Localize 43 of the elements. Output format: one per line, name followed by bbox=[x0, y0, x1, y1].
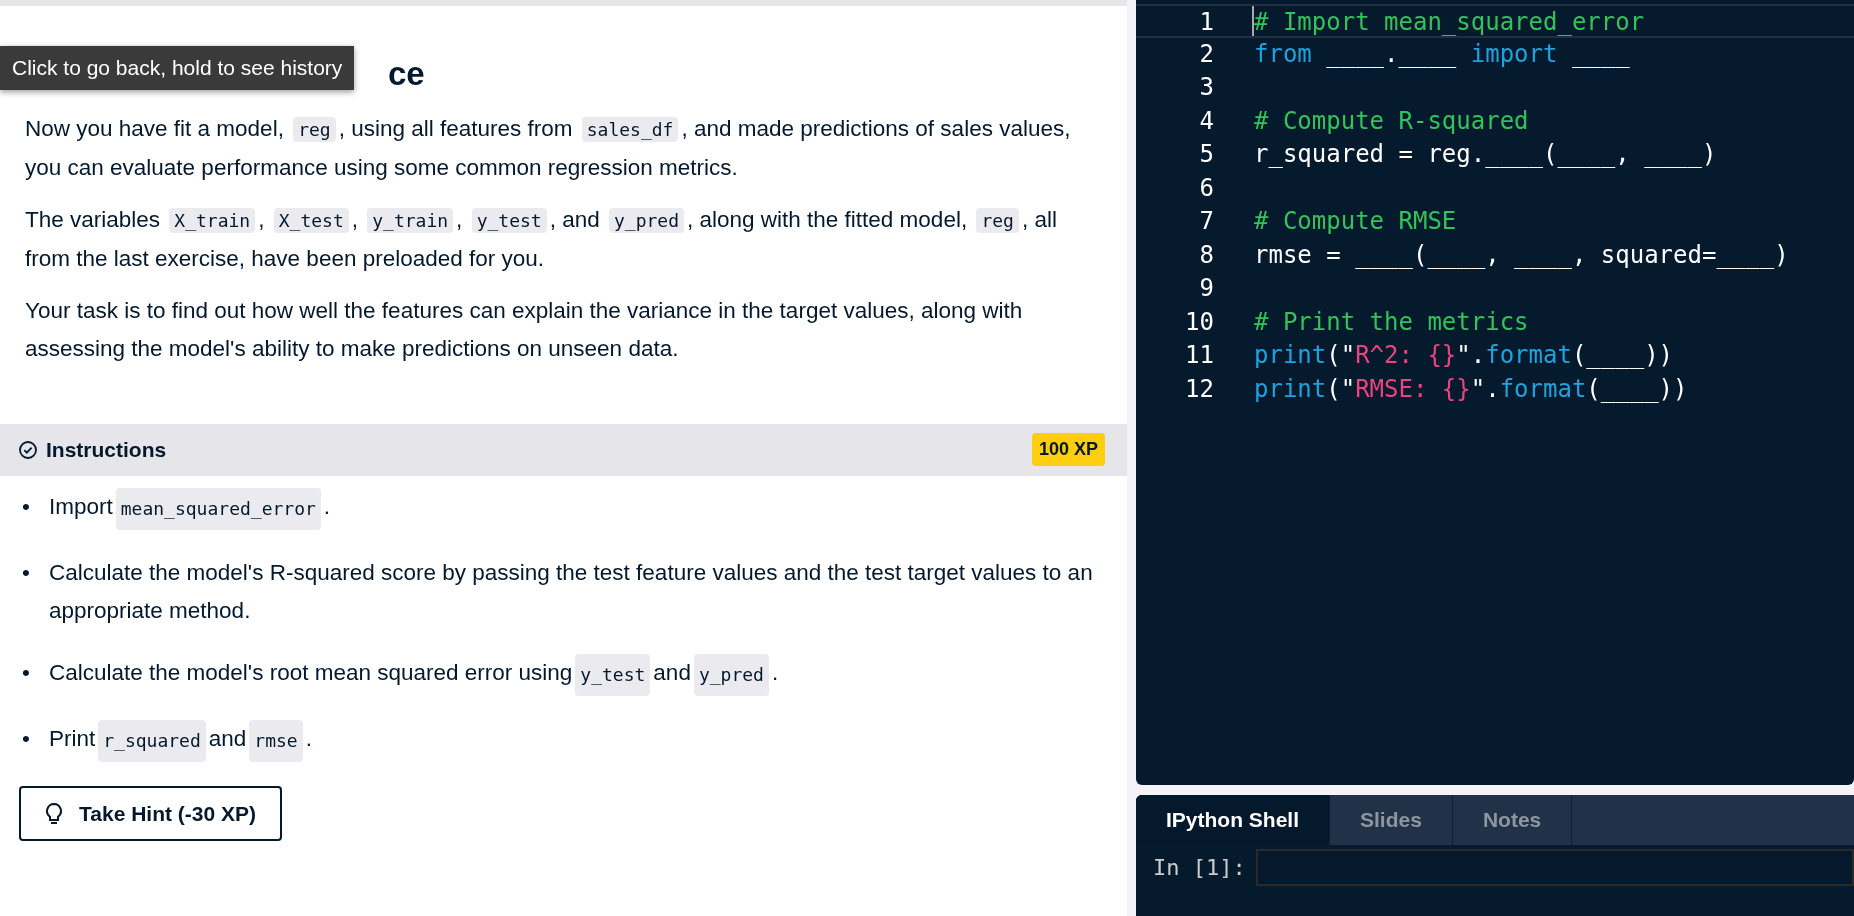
tooltip: Click to go back, hold to see history bbox=[0, 46, 355, 90]
code-line: from ____.____ import ____ bbox=[1253, 38, 1630, 70]
line-number: 6 bbox=[1198, 172, 1214, 204]
paragraph: Your task is to find out how well the features can explain the variance in the target values, along with assessing the model's ability to make predictions on unseen data. bbox=[25, 296, 1024, 363]
line-number: 3 bbox=[1198, 72, 1214, 103]
line-number: 9 bbox=[1198, 273, 1214, 304]
code-line: # Compute RMSE bbox=[1253, 206, 1457, 237]
line-number: 2 bbox=[1198, 38, 1214, 70]
lightbulb-icon bbox=[45, 801, 63, 826]
code-line: # Import mean_squared_error bbox=[1252, 6, 1645, 36]
line-number: 12 bbox=[1184, 373, 1214, 405]
exercise-title: ce bbox=[388, 54, 426, 94]
check-circle-icon bbox=[18, 439, 38, 460]
code-line: # Print the metrics bbox=[1253, 306, 1529, 338]
shell-tab[interactable]: IPython Shell bbox=[1136, 795, 1330, 845]
instruction-item: Print r_squared and rmse . bbox=[49, 719, 312, 762]
xp-badge: 100 XP bbox=[1031, 433, 1105, 467]
code-line: rmse = ____(____, ____, squared=____) bbox=[1253, 239, 1789, 271]
instructions-label: Instructions bbox=[46, 437, 167, 464]
line-number: 11 bbox=[1184, 340, 1214, 371]
instruction-item: Calculate the model's R-squared score by passing the test feature values and the test target values to an appropriate method. bbox=[49, 558, 1094, 625]
bullet: • bbox=[21, 658, 31, 687]
line-number: 1 bbox=[1198, 7, 1214, 36]
line-number: 5 bbox=[1198, 139, 1214, 170]
shell-prompt: In [1]: bbox=[1152, 854, 1246, 882]
line-number: 10 bbox=[1184, 306, 1214, 338]
bullet: • bbox=[21, 724, 31, 753]
line-number: 7 bbox=[1198, 206, 1214, 237]
line-number: 8 bbox=[1198, 239, 1214, 271]
paragraph: The variables X_train , X_test , y_train , y_test , and y_pred , along with the fitted model, reg , all from the last exercise, have been preloaded for you. bbox=[25, 205, 1058, 273]
instruction-item: Calculate the model's root mean squared error using y_test and y_pred . bbox=[49, 653, 779, 696]
code-editor[interactable] bbox=[1136, 0, 1854, 785]
instruction-item: Import mean_squared_error . bbox=[49, 487, 331, 530]
code-line: r_squared = reg.____(____, ____) bbox=[1253, 139, 1717, 170]
line-number: 4 bbox=[1198, 105, 1214, 137]
bullet: • bbox=[21, 492, 31, 521]
code-line: print("R^2: {}".format(____)) bbox=[1253, 340, 1674, 371]
shell-input[interactable] bbox=[1255, 849, 1854, 886]
paragraph: Now you have fit a model, reg , using all features from sales_df , and made predictions of sales values, you can evaluate performance using some common regression metrics. bbox=[25, 114, 1072, 182]
code-line: # Compute R-squared bbox=[1253, 105, 1529, 137]
hint-button[interactable]: Take Hint (-30 XP) bbox=[19, 785, 282, 842]
bullet: • bbox=[21, 558, 31, 587]
code-line: print("RMSE: {}".format(____)) bbox=[1253, 373, 1688, 405]
